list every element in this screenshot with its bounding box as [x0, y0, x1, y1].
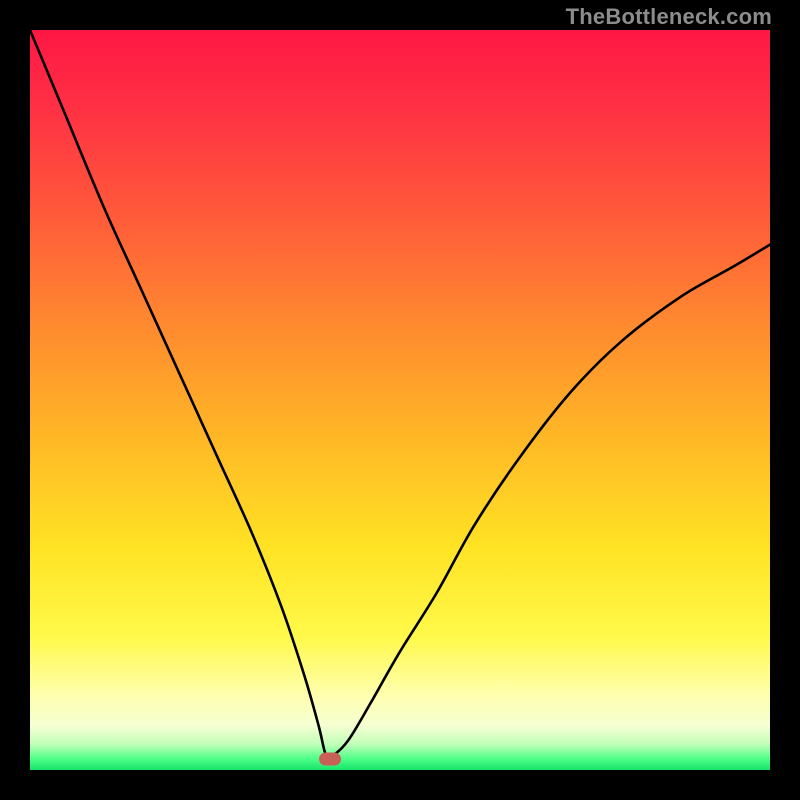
- minimum-marker: [319, 752, 341, 765]
- watermark-text: TheBottleneck.com: [566, 4, 772, 30]
- chart-frame: TheBottleneck.com: [0, 0, 800, 800]
- plot-area: [30, 30, 770, 770]
- bottleneck-curve: [30, 30, 770, 770]
